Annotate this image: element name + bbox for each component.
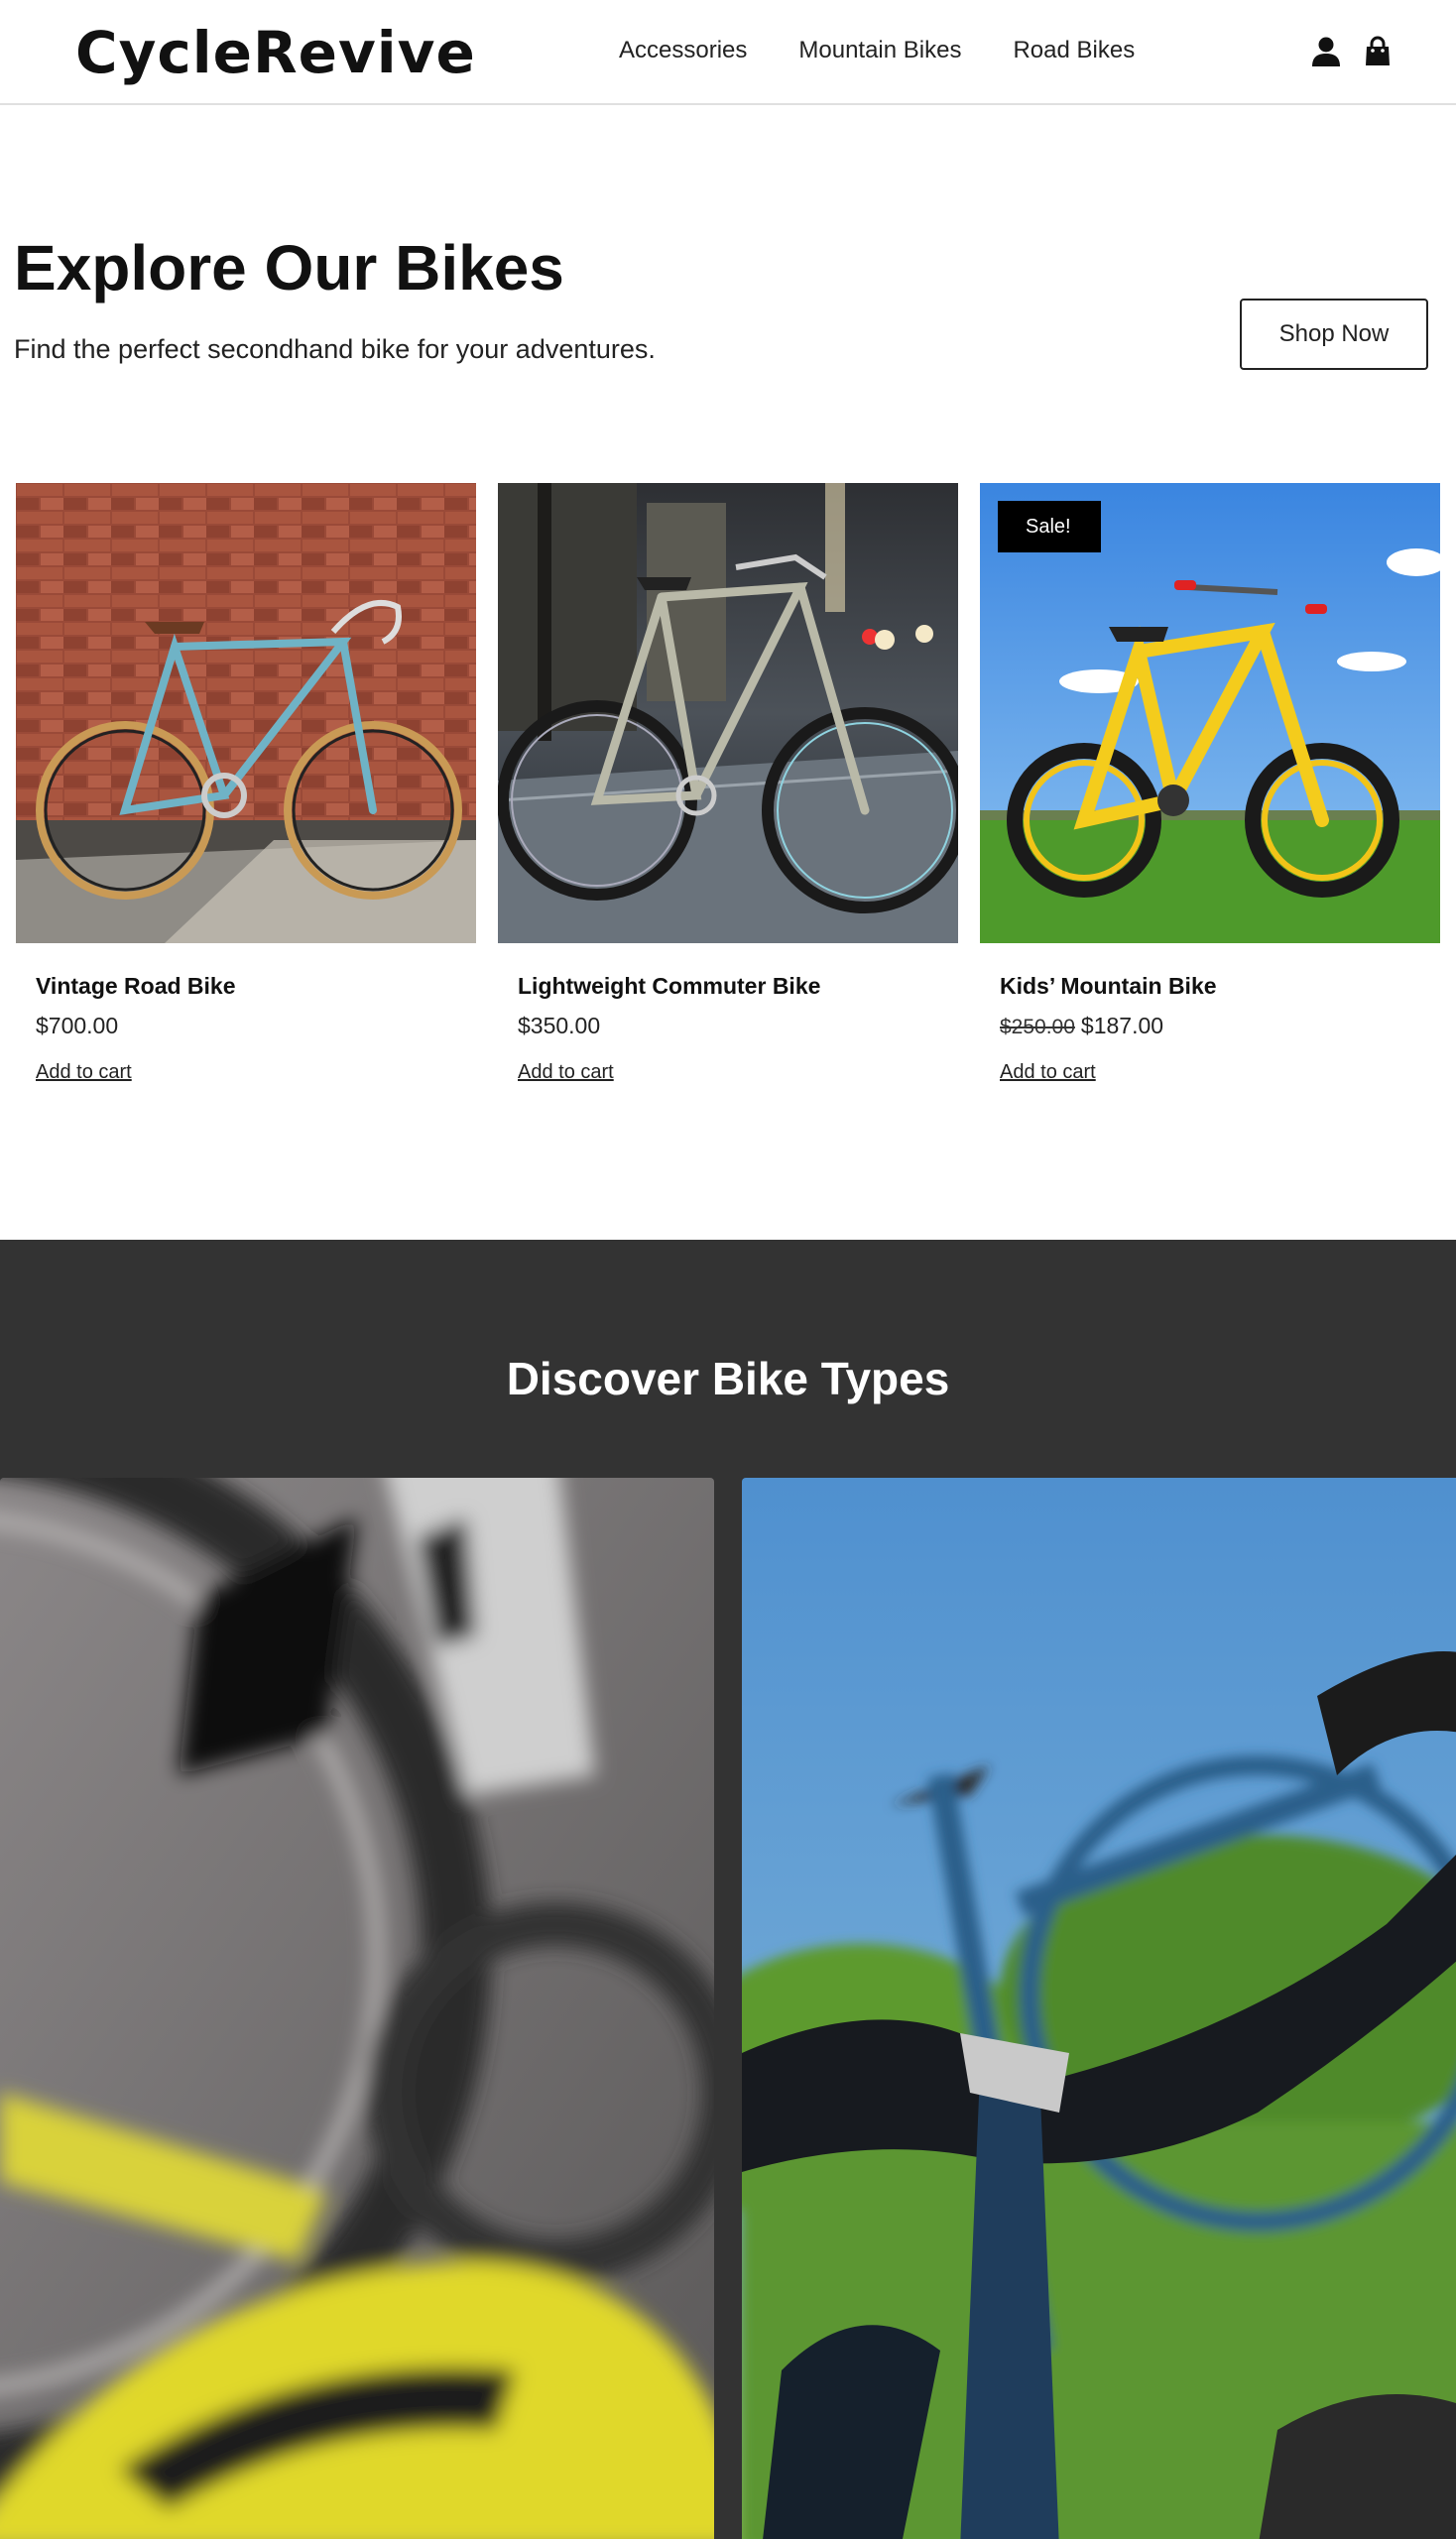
discover-title: Discover Bike Types: [506, 1353, 950, 1404]
price-original: $250.00: [1000, 1016, 1075, 1038]
product-image[interactable]: Sale!: [980, 483, 1440, 943]
site-logo[interactable]: CycleRevive: [75, 18, 476, 87]
nav-item-mountain-bikes[interactable]: Mountain Bikes: [798, 34, 961, 67]
product-card-vintage-road-bike: Vintage Road Bike $700.00 Add to cart: [16, 483, 476, 1083]
shopping-bag-icon[interactable]: [1363, 36, 1393, 67]
commuter-bike-image: [498, 483, 958, 943]
sale-badge: Sale!: [998, 501, 1099, 552]
page-title: Explore Our Bikes: [14, 232, 564, 303]
mountain-bikes-image: [742, 1478, 1456, 2539]
price-current: $350.00: [518, 1013, 601, 1038]
nav-item-road-bikes[interactable]: Road Bikes: [1013, 34, 1135, 67]
add-to-cart-link[interactable]: Add to cart: [36, 1058, 132, 1086]
product-price: $250.00 $187.00: [1000, 1011, 1163, 1042]
product-name[interactable]: Kids’ Mountain Bike: [1000, 971, 1217, 1001]
bike-type-card-mountain-bikes[interactable]: [742, 1478, 1456, 2539]
price-current: $187.00: [1080, 1013, 1164, 1038]
price-current: $700.00: [36, 1013, 119, 1038]
product-name[interactable]: Lightweight Commuter Bike: [518, 971, 820, 1001]
main-nav: Accessories Mountain Bikes Road Bikes: [619, 34, 1135, 67]
product-image[interactable]: [16, 483, 476, 943]
product-image[interactable]: [498, 483, 958, 943]
user-icon[interactable]: [1311, 36, 1341, 67]
bike-type-card-accessories[interactable]: [0, 1478, 714, 2539]
discover-section: Discover Bike Types: [0, 1240, 1456, 2539]
add-to-cart-link[interactable]: Add to cart: [518, 1058, 614, 1086]
hero-subtitle: Find the perfect secondhand bike for you…: [14, 334, 656, 364]
product-price: $700.00: [36, 1011, 118, 1040]
vintage-road-bike-image: [16, 483, 476, 943]
product-name[interactable]: Vintage Road Bike: [36, 971, 236, 1001]
helmet-wheel-image: [0, 1478, 714, 2539]
product-price: $350.00: [518, 1011, 600, 1040]
add-to-cart-link[interactable]: Add to cart: [1000, 1058, 1096, 1086]
header-actions: [1311, 36, 1393, 67]
product-card-kids-mountain-bike: Sale! Kids’ Mountain Bike $250.00 $187.00…: [980, 483, 1440, 1083]
nav-item-accessories[interactable]: Accessories: [619, 34, 747, 67]
product-card-lightweight-commuter-bike: Lightweight Commuter Bike $350.00 Add to…: [498, 483, 958, 1083]
shop-now-button[interactable]: Shop Now: [1240, 299, 1428, 370]
site-header: CycleRevive Accessories Mountain Bikes R…: [0, 0, 1456, 105]
